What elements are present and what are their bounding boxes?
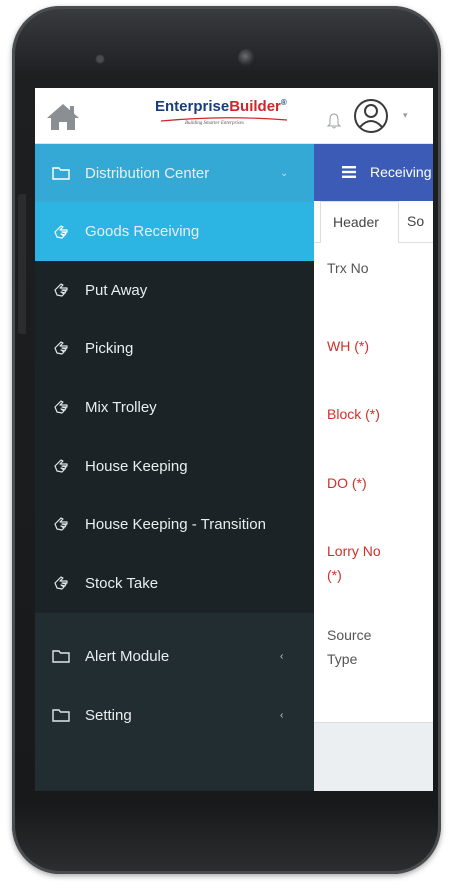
logo-tagline: Building Smarter Enterprises (185, 121, 244, 126)
hand-pointer-icon (54, 341, 68, 355)
sidebar-item-distribution-center[interactable]: Distribution Center ⌄ (35, 144, 314, 202)
sidebar-item-mix-trolley[interactable]: Mix Trolley (35, 378, 314, 436)
tab-bar: Header So (314, 201, 433, 243)
content-header: Receiving (314, 144, 433, 201)
sidebar-item-setting[interactable]: Setting ‹ (35, 686, 314, 744)
sidebar-item-label: Put Away (85, 281, 148, 299)
logo-part1: Enterprise (155, 98, 230, 115)
sidebar-item-label: Alert Module (85, 647, 170, 665)
phone-sensor (95, 54, 105, 64)
logo-part2: Builder (229, 98, 281, 115)
sidebar-item-label: Setting (85, 706, 132, 724)
sidebar-item-put-away[interactable]: Put Away (35, 261, 314, 319)
hand-pointer-icon (54, 224, 68, 239)
do-label: DO (*) (327, 475, 367, 491)
chevron-down-icon: ⌄ (280, 167, 289, 179)
chevron-down-icon[interactable]: ▾ (403, 110, 408, 121)
top-bar: EnterpriseBuilder® Building Smarter Ente… (35, 88, 433, 144)
hand-pointer-icon (54, 283, 68, 297)
tab-header[interactable]: Header (320, 201, 399, 243)
folder-icon (52, 167, 70, 180)
phone-side-button (18, 194, 26, 334)
user-avatar-icon[interactable] (353, 98, 389, 134)
folder-icon (52, 709, 70, 722)
trx-no-label: Trx No (327, 260, 369, 276)
wh-label: WH (*) (327, 338, 369, 354)
sidebar-item-label: House Keeping (85, 457, 188, 475)
sidebar-item-stock-take[interactable]: Stock Take (35, 554, 314, 612)
sidebar: Distribution Center ⌄ Goods Receiving Pu… (35, 144, 314, 791)
menu-icon[interactable] (342, 166, 356, 178)
hand-pointer-icon (54, 459, 68, 473)
sidebar-item-label: Stock Take (85, 574, 159, 592)
tab-second[interactable]: So (407, 213, 424, 229)
sidebar-item-alert-module[interactable]: Alert Module ‹ (35, 627, 314, 685)
block-label: Block (*) (327, 406, 380, 422)
brand-logo: EnterpriseBuilder® Building Smarter Ente… (155, 98, 325, 132)
phone-camera (238, 49, 256, 67)
lorry-no-label: Lorry No (*) (327, 543, 381, 583)
main-content: Receiving Header So Trx No WH (*) Block … (314, 144, 433, 791)
logo-text: EnterpriseBuilder® (155, 98, 287, 115)
hand-pointer-icon (54, 517, 68, 531)
sidebar-item-picking[interactable]: Picking (35, 319, 314, 377)
sidebar-item-label: Mix Trolley (85, 398, 157, 416)
hand-pointer-icon (54, 400, 68, 414)
sidebar-item-label: Picking (85, 339, 134, 357)
home-icon[interactable] (45, 102, 81, 132)
sidebar-modules: Alert Module ‹ Setting ‹ (35, 613, 314, 791)
sidebar-item-label: Goods Receiving (85, 223, 200, 240)
sidebar-item-house-keeping-transition[interactable]: House Keeping - Transition (35, 495, 314, 553)
source-type-label: Source Type (327, 627, 372, 667)
sidebar-item-house-keeping[interactable]: House Keeping (35, 437, 314, 495)
sidebar-item-goods-receiving[interactable]: Goods Receiving (35, 202, 314, 261)
hand-pointer-icon (54, 576, 68, 590)
folder-icon (52, 650, 70, 663)
sidebar-item-label: Distribution Center (85, 164, 210, 182)
page-title: Receiving (370, 164, 432, 180)
content-footer (314, 722, 433, 791)
bell-icon[interactable] (327, 113, 341, 129)
sidebar-item-label: House Keeping - Transition (85, 515, 266, 533)
sidebar-submenu: Put Away Picking Mix Trolley House Keepi… (35, 261, 314, 613)
chevron-left-icon: ‹ (280, 650, 284, 662)
chevron-left-icon: ‹ (280, 709, 284, 721)
app-screen: EnterpriseBuilder® Building Smarter Ente… (35, 88, 433, 791)
logo-mark: ® (280, 98, 287, 107)
